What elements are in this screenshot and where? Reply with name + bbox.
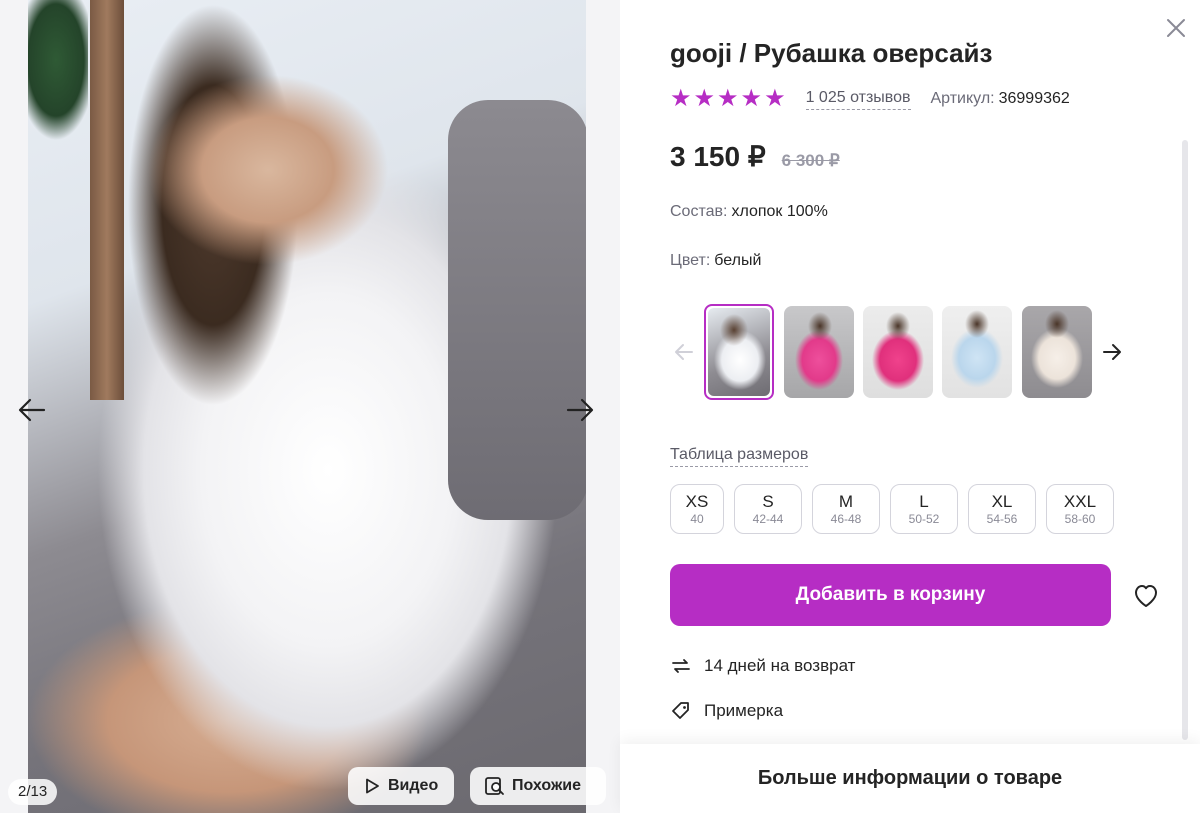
size-option-xl[interactable]: XL 54-56 [968, 484, 1036, 534]
rating-row: ★ ★ ★ ★ ★ 1 025 отзывов Артикул: 36999362 [670, 86, 1070, 112]
return-arrows-icon [670, 655, 692, 677]
variants-next-arrow-icon[interactable] [1098, 338, 1126, 366]
variant-thumb-pink[interactable] [784, 306, 854, 398]
variant-thumb-beige[interactable] [1022, 306, 1092, 398]
close-icon[interactable] [1162, 14, 1190, 42]
size-label: XL [991, 491, 1013, 511]
size-label: XS [685, 491, 709, 511]
color-label: Цвет: [670, 252, 711, 269]
gallery-next-arrow-icon[interactable] [560, 390, 600, 430]
product-photo[interactable] [28, 0, 586, 813]
feature-fitting-text: Примерка [704, 701, 784, 720]
star-icon: ★ [670, 85, 692, 112]
size-ru: 40 [690, 511, 704, 526]
size-ru: 54-56 [986, 511, 1018, 526]
size-label: XXL [1063, 491, 1097, 511]
feature-returns: 14 дней на возврат [670, 655, 855, 677]
color-variants [670, 304, 1130, 400]
gallery-prev-arrow-icon[interactable] [12, 390, 52, 430]
composition-label: Состав: [670, 203, 728, 220]
size-ru: 58-60 [1064, 511, 1096, 526]
star-icon: ★ [740, 85, 763, 112]
color: Цвет: белый [670, 252, 761, 270]
similar-button[interactable]: Похожие [470, 767, 606, 805]
tag-icon [670, 700, 692, 722]
photo-plant [28, 0, 88, 200]
price-row: 3 150 ₽ 6 300 ₽ [670, 140, 840, 173]
star-icon: ★ [717, 85, 739, 112]
product-title: gooji / Рубашка оверсайз [670, 38, 993, 68]
size-option-xs[interactable]: XS 40 [670, 484, 724, 534]
similar-search-icon [485, 777, 504, 795]
size-table-link[interactable]: Таблица размеров [670, 446, 809, 467]
feature-fitting: Примерка [670, 700, 783, 722]
size-selector: XS 40 S 42-44 M 46-48 L 50-52 XL 54-56 X… [670, 484, 1114, 534]
reviews-link[interactable]: 1 025 отзывов [805, 89, 911, 110]
variant-thumb-blue[interactable] [942, 306, 1012, 398]
size-label: S [762, 491, 774, 511]
size-label: L [919, 491, 929, 511]
old-price: 6 300 ₽ [781, 151, 840, 170]
variant-thumb-white[interactable] [704, 304, 774, 400]
size-option-s[interactable]: S 42-44 [734, 484, 802, 534]
play-icon [366, 778, 379, 794]
size-ru: 42-44 [752, 511, 784, 526]
composition: Состав: хлопок 100% [670, 203, 828, 221]
composition-value: хлопок 100% [731, 203, 828, 220]
feature-returns-text: 14 дней на возврат [704, 656, 856, 675]
rating-stars: ★ ★ ★ ★ ★ [670, 86, 786, 112]
photo-pillow [448, 100, 586, 520]
star-icon: ★ [693, 85, 716, 112]
product-gallery: 2/13 Видео Похожие [0, 0, 620, 813]
size-ru: 50-52 [908, 511, 940, 526]
size-option-xxl[interactable]: XXL 58-60 [1046, 484, 1114, 534]
article-label: Артикул: [930, 90, 995, 107]
current-price: 3 150 ₽ [670, 141, 766, 172]
size-option-m[interactable]: M 46-48 [812, 484, 880, 534]
size-ru: 46-48 [830, 511, 862, 526]
variants-prev-arrow-icon [670, 338, 698, 366]
size-option-l[interactable]: L 50-52 [890, 484, 958, 534]
variant-thumb-magenta[interactable] [863, 306, 933, 398]
color-value: белый [714, 252, 762, 269]
article-number: Артикул: 36999362 [931, 90, 1070, 108]
gallery-counter: 2/13 [8, 779, 58, 805]
video-button[interactable]: Видео [348, 767, 454, 805]
panel-scrollbar[interactable] [1182, 140, 1188, 740]
article-value: 36999362 [998, 90, 1070, 107]
more-info-button[interactable]: Больше информации о товаре [620, 744, 1200, 813]
photo-mirror-frame [90, 0, 124, 400]
similar-button-label: Похожие [512, 777, 582, 794]
video-button-label: Видео [388, 777, 439, 794]
size-label: M [838, 491, 854, 511]
favorite-heart-icon[interactable] [1130, 579, 1162, 611]
add-to-cart-button[interactable]: Добавить в корзину [670, 564, 1111, 626]
star-icon: ★ [764, 85, 786, 112]
